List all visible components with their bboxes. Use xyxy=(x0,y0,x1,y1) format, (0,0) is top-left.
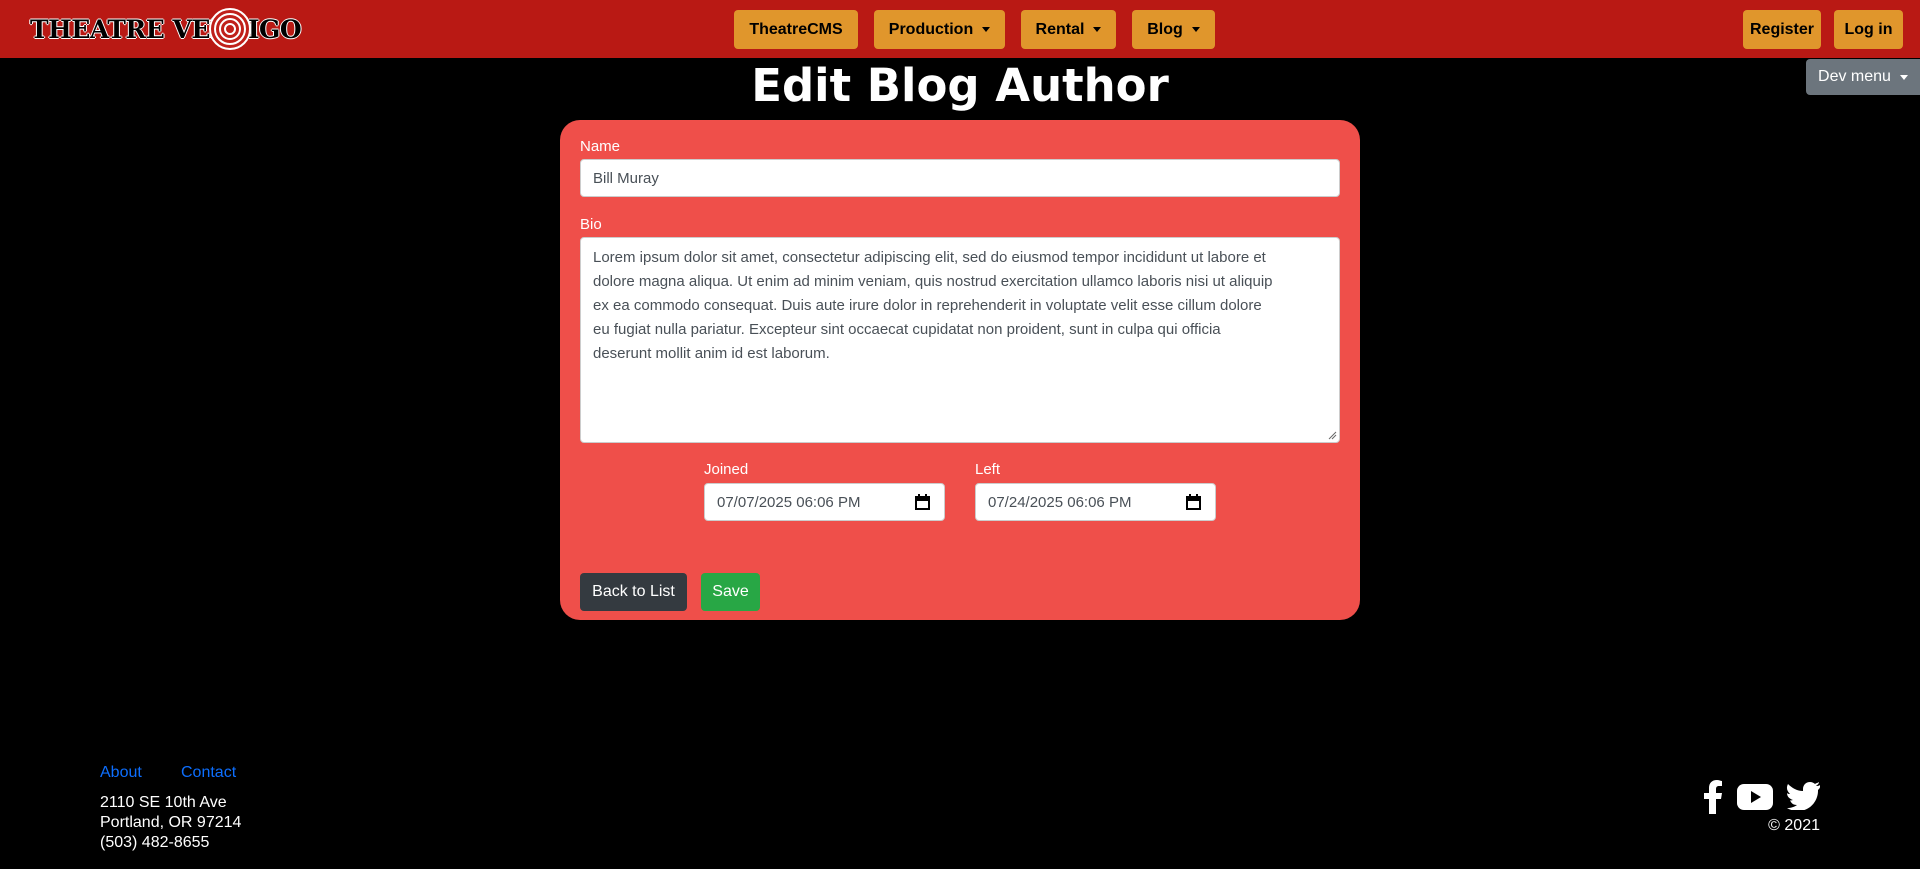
footer-contact-link[interactable]: Contact xyxy=(181,764,236,782)
calendar-icon[interactable] xyxy=(1186,494,1201,510)
nav-rental-dropdown[interactable]: Rental xyxy=(1021,10,1116,49)
save-button[interactable]: Save xyxy=(701,573,760,611)
auth-nav: Register Log in xyxy=(1743,10,1903,49)
swirl-logo-icon xyxy=(209,8,251,50)
nav-production-label: Production xyxy=(888,20,974,38)
nav-theatrecms-button[interactable]: TheatreCMS xyxy=(734,10,858,49)
left-datetime-input[interactable]: 07/24/2025 06:06 PM xyxy=(975,483,1216,521)
address-line2: Portland, OR 97214 xyxy=(100,814,242,831)
youtube-icon[interactable] xyxy=(1737,784,1773,810)
copyright-text: © 2021 xyxy=(1768,817,1820,834)
login-button[interactable]: Log in xyxy=(1834,10,1903,49)
calendar-icon[interactable] xyxy=(915,494,930,510)
page-title: Edit Blog Author xyxy=(751,59,1169,112)
name-input-value: Bill Muray xyxy=(593,169,659,187)
nav-production-dropdown[interactable]: Production xyxy=(874,10,1005,49)
chevron-down-icon xyxy=(982,27,991,32)
left-label: Left xyxy=(975,461,1001,478)
main-nav: TheatreCMS Production Rental Blog xyxy=(734,10,1215,49)
address-line1: 2110 SE 10th Ave xyxy=(100,794,227,811)
footer-about-link[interactable]: About xyxy=(100,764,142,782)
top-navbar: THEATRE VERTIGO TheatreCMS Production Re… xyxy=(0,0,1920,58)
register-button[interactable]: Register xyxy=(1743,10,1821,49)
nav-blog-dropdown[interactable]: Blog xyxy=(1132,10,1215,49)
chevron-down-icon xyxy=(1191,27,1200,32)
name-input[interactable]: Bill Muray xyxy=(580,159,1340,197)
resize-handle-icon[interactable] xyxy=(1327,430,1337,440)
bio-textarea[interactable]: Lorem ipsum dolor sit amet, consectetur … xyxy=(580,237,1340,443)
bio-textarea-value: Lorem ipsum dolor sit amet, consectetur … xyxy=(593,249,1273,362)
edit-author-form: Name Bill Muray Bio Lorem ipsum dolor si… xyxy=(560,120,1360,620)
left-datetime-value: 07/24/2025 06:06 PM xyxy=(988,493,1132,511)
nav-rental-label: Rental xyxy=(1035,20,1085,38)
twitter-icon[interactable] xyxy=(1786,782,1820,810)
nav-blog-label: Blog xyxy=(1147,20,1183,38)
nav-theatrecms-label: TheatreCMS xyxy=(749,20,843,38)
joined-datetime-input[interactable]: 07/07/2025 06:06 PM xyxy=(704,483,945,521)
joined-datetime-value: 07/07/2025 06:06 PM xyxy=(717,493,861,511)
back-to-list-button[interactable]: Back to List xyxy=(580,573,687,611)
bio-label: Bio xyxy=(580,216,602,233)
chevron-down-icon xyxy=(1093,27,1102,32)
facebook-icon[interactable] xyxy=(1702,780,1724,814)
joined-label: Joined xyxy=(704,461,749,478)
phone-number: (503) 482-8655 xyxy=(100,834,210,851)
name-label: Name xyxy=(580,138,621,155)
